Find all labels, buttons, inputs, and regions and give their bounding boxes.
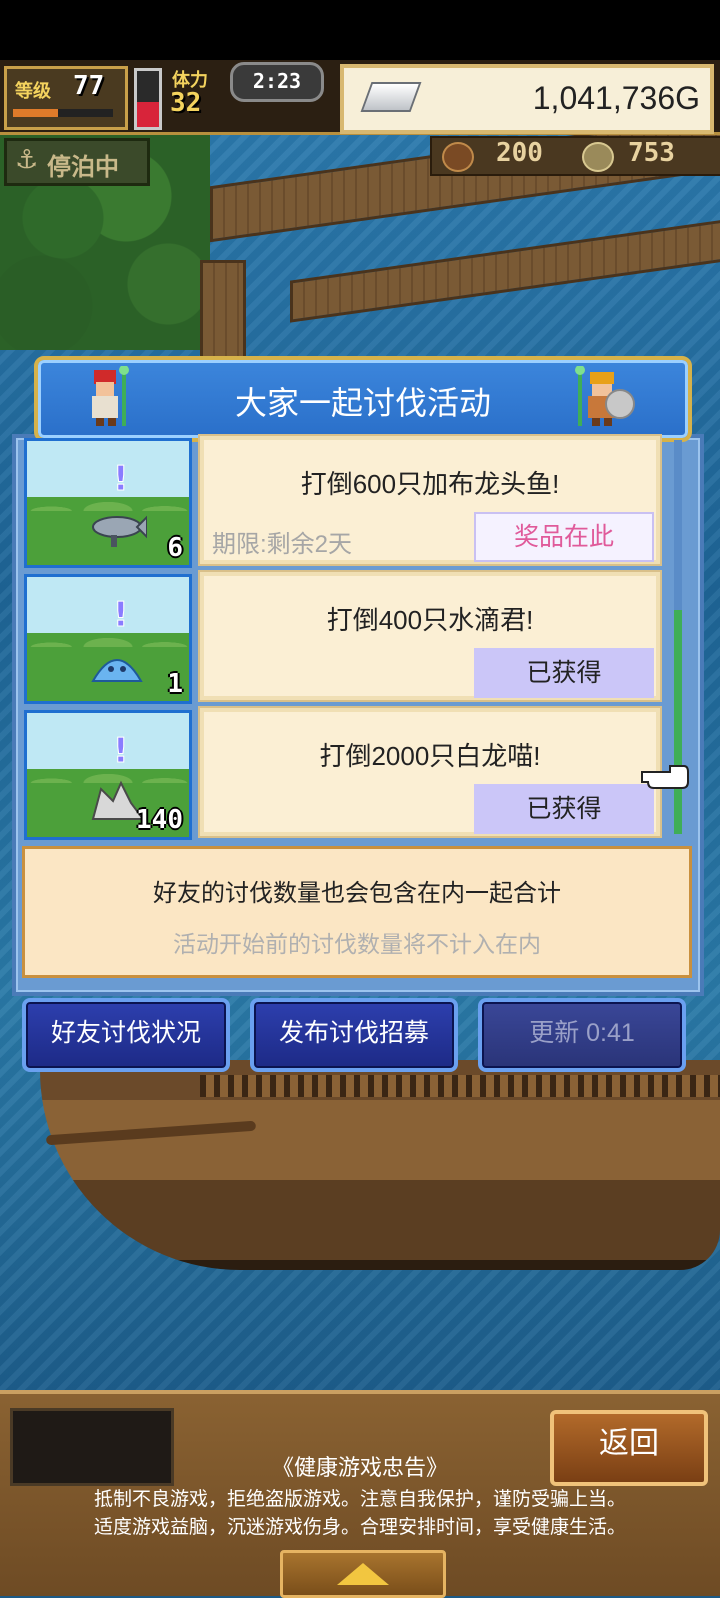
stamina-gauge-fill (137, 101, 159, 127)
ship-rail (200, 1075, 720, 1097)
up-arrow-icon (337, 1563, 389, 1585)
reward-obtained-button[interactable]: 已获得 (474, 648, 654, 698)
health-notice-line: 抵制不良游戏，拒绝盗版游戏。注意自我保护，谨防受骗上当。 (93, 1489, 626, 1510)
quest-title: 打倒2000只白龙喵! (319, 741, 541, 771)
quest-kill-count: 1 (167, 669, 183, 699)
notice-text: 好友的讨伐数量也会包含在内一起合计 (153, 880, 561, 907)
exclamation-icon: ! (113, 459, 129, 500)
hero-character-icon (92, 366, 129, 426)
stamina-gauge (134, 68, 162, 130)
gold-panel: 1,041,736G (340, 64, 714, 134)
moored-status-text: 停泊中 (47, 153, 119, 181)
refresh-label: 更新 0:41 (529, 1019, 635, 1047)
claim-reward-label: 奖品在此 (513, 523, 614, 551)
level-label: 等级 (15, 81, 51, 102)
moored-status-badge: ⚓ 停泊中 (4, 138, 150, 186)
resource2-value: 753 (628, 138, 675, 168)
medal-resource-icon (582, 142, 614, 172)
quest-kill-count: 140 (136, 805, 183, 835)
health-notice-line: 适度游戏益脑，沉迷游戏伤身。合理安排时间，享受健康生活。 (93, 1517, 626, 1538)
scrollbar-thumb[interactable] (674, 610, 682, 834)
quest-title: 打倒600只加布龙头鱼! (300, 469, 560, 499)
stamina-timer: 2:23 (230, 62, 324, 102)
level-panel: 等级 77 (4, 66, 128, 130)
quest-row: 打倒400只水滴君! 已获得 (198, 570, 662, 702)
level-value: 77 (73, 71, 105, 101)
post-recruit-button[interactable]: 发布讨伐招募 (250, 998, 458, 1072)
reward-obtained-label: 已获得 (526, 795, 602, 823)
stamina-value: 32 (170, 88, 202, 118)
notice-box: 好友的讨伐数量也会包含在内一起合计 活动开始前的讨伐数量将不计入在内 (22, 846, 692, 978)
refresh-button[interactable]: 更新 0:41 (478, 998, 686, 1072)
knight-character-icon (575, 366, 635, 426)
exclamation-icon: ! (113, 731, 129, 772)
level-progress-fill (13, 109, 58, 117)
resource1-value: 200 (496, 138, 543, 168)
timer-text: 2:23 (252, 69, 302, 93)
level-progress-bar (13, 109, 113, 117)
anchor-icon: ⚓ (15, 145, 39, 175)
reward-obtained-label: 已获得 (526, 659, 602, 687)
quest-image-fish: ! 6 (24, 438, 192, 568)
quest-kill-count: 6 (167, 533, 183, 563)
claim-reward-button[interactable]: 奖品在此 (474, 512, 654, 562)
quest-deadline: 期限:剩余2天 (212, 531, 353, 558)
friend-status-button[interactable]: 好友讨伐状况 (22, 998, 230, 1072)
quest-title: 打倒400只水滴君! (326, 605, 534, 635)
silver-bar-icon (360, 82, 422, 112)
pointer-hand-icon (641, 765, 689, 789)
expand-menu-button[interactable] (280, 1550, 446, 1598)
quest-image-dragon-cat: ! 140 (24, 710, 192, 840)
reward-obtained-button[interactable]: 已获得 (474, 784, 654, 834)
post-recruit-label: 发布讨伐招募 (278, 1019, 429, 1047)
friend-status-label: 好友讨伐状况 (50, 1019, 201, 1047)
system-status-bar (0, 0, 720, 60)
quest-image-slime: ! 1 (24, 574, 192, 704)
quest-row: 打倒2000只白龙喵! 已获得 (198, 706, 662, 838)
quest-row: 打倒600只加布龙头鱼! 期限:剩余2天 奖品在此 (198, 434, 662, 566)
wood-resource-icon (442, 142, 474, 172)
water-slime-monster-icon (91, 659, 143, 682)
dragonfish-monster-icon (92, 515, 147, 547)
exclamation-icon: ! (113, 595, 129, 636)
resource-panel: 200 753 (430, 136, 720, 176)
notice-subtext: 活动开始前的讨伐数量将不计入在内 (173, 931, 541, 957)
health-notice-title: 《健康游戏忠告》 (271, 1455, 448, 1480)
gold-amount: 1,041,736G (532, 80, 700, 116)
